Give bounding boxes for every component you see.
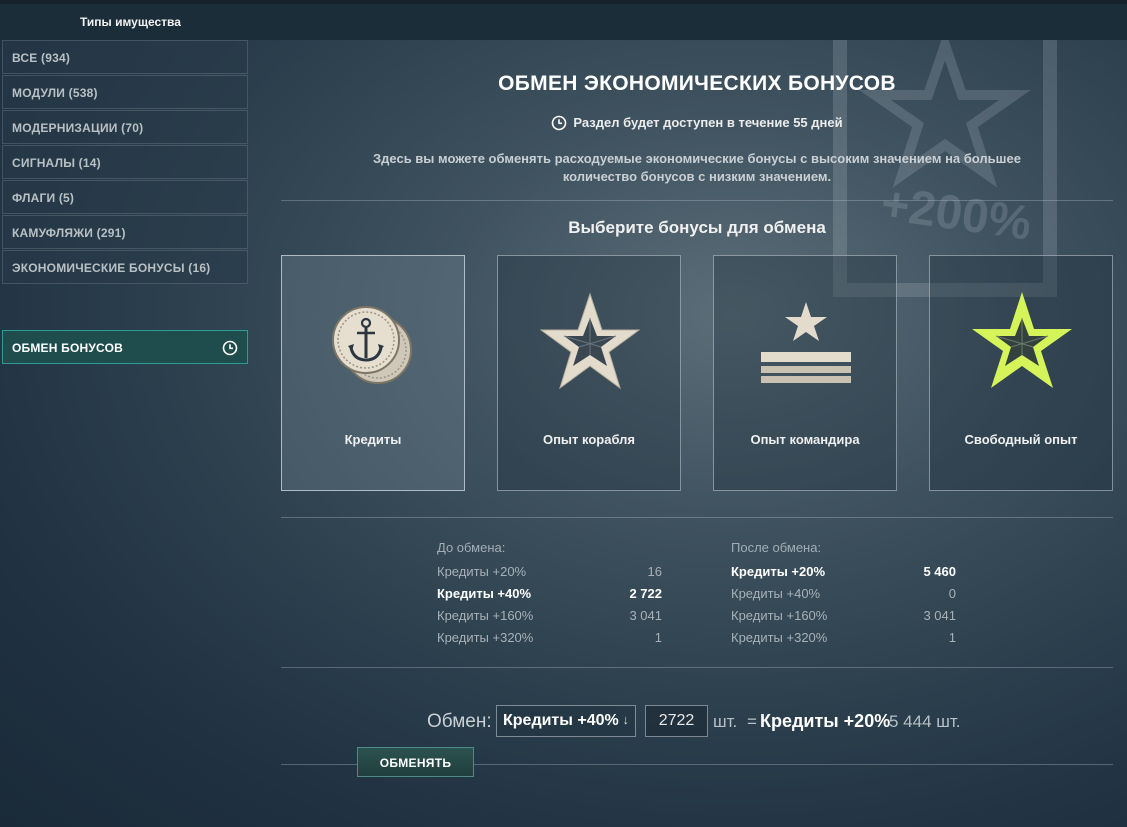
bonus-card-free-xp[interactable]: Свободный опыт (929, 255, 1113, 491)
list-item: Кредиты +160% 3 041 (731, 608, 956, 630)
list-item: Кредиты +160% 3 041 (437, 608, 662, 630)
bonus-name: Кредиты +160% (731, 608, 828, 623)
bonus-card-credits[interactable]: Кредиты (281, 255, 465, 491)
bonus-name: Кредиты +320% (731, 630, 828, 645)
sidebar-item-flags[interactable]: ФЛАГИ (5) (2, 180, 248, 214)
result-amount: 5 444 шт. (889, 712, 961, 731)
list-item: Кредиты +320% 1 (437, 630, 662, 652)
bonus-name: Кредиты +40% (731, 586, 821, 601)
card-label: Кредиты (344, 432, 402, 447)
list-item: Кредиты +40% 0 (731, 586, 956, 608)
sidebar-item-label: ОБМЕН БОНУСОВ (12, 341, 124, 355)
divider (281, 517, 1113, 518)
svg-text:+200%: +200% (878, 177, 1035, 250)
bonus-name: Кредиты +20% (731, 564, 826, 579)
bonus-count: 16 (647, 564, 662, 579)
availability-notice: Раздел будет доступен в течение 55 дней (281, 115, 1113, 132)
sidebar-item-signals[interactable]: СИГНАЛЫ (14) (2, 145, 248, 179)
arrow-down-icon: ↓ (622, 712, 630, 727)
divider (281, 667, 1113, 668)
after-heading: После обмена: (731, 540, 822, 555)
unit-label: шт. (713, 712, 738, 731)
exchange-button[interactable]: ОБМЕНЯТЬ (357, 747, 474, 777)
card-label: Свободный опыт (964, 432, 1078, 447)
bonus-name: Кредиты +320% (437, 630, 534, 645)
bonus-name: Кредиты +40% (437, 586, 532, 601)
list-item: Кредиты +40% 2 722 (437, 586, 662, 608)
bonus-card-ship-xp[interactable]: Опыт корабля (497, 255, 681, 491)
list-item: Кредиты +20% 5 460 (731, 564, 956, 586)
choose-title: Выберите бонусы для обмена (568, 218, 826, 237)
bonus-count: 0 (948, 586, 956, 601)
sidebar-item-upgrades[interactable]: МОДЕРНИЗАЦИИ (70) (2, 110, 248, 144)
card-label: Опыт командира (750, 432, 860, 447)
exchange-row: Обмен: Кредиты +40% ↓ 2722 шт. = Кредиты… (281, 705, 1113, 739)
list-item: Кредиты +20% 16 (437, 564, 662, 586)
before-exchange-list: До обмена: Кредиты +20% 16 Кредиты +40% … (437, 540, 662, 652)
selected-bonus: Кредиты +40% (503, 712, 619, 729)
bonus-card-commander-xp[interactable]: Опыт командира (713, 255, 897, 491)
coins-icon (332, 306, 412, 384)
sidebar-item-camouflages[interactable]: КАМУФЛЯЖИ (291) (2, 215, 248, 249)
list-item: Кредиты +320% 1 (731, 630, 956, 652)
bonus-count: 2 722 (629, 586, 662, 601)
sidebar-item-bonus-exchange[interactable]: ОБМЕН БОНУСОВ (2, 330, 248, 364)
bonus-count: 1 (654, 630, 662, 645)
equals-sign: = (747, 712, 757, 731)
bonus-count: 3 041 (629, 608, 662, 623)
bonus-name: Кредиты +160% (437, 608, 534, 623)
card-label: Опыт корабля (542, 432, 636, 447)
exchange-label: Обмен: (427, 711, 492, 732)
before-heading: До обмена: (437, 540, 506, 555)
target-bonus: Кредиты +20% (760, 711, 891, 731)
bonus-name: Кредиты +20% (437, 564, 527, 579)
page-title: ОБМЕН ЭКОНОМИЧЕСКИХ БОНУСОВ (498, 72, 896, 95)
top-bar: Типы имущества (0, 0, 1127, 40)
bonus-count: 5 460 (923, 564, 956, 579)
sidebar: ВСЕ (934) МОДУЛИ (538) МОДЕРНИЗАЦИИ (70)… (2, 40, 248, 285)
quantity-input[interactable]: 2722 (645, 705, 708, 737)
description: Здесь вы можете обменять расходуемые эко… (373, 151, 1021, 184)
availability-text: Раздел будет доступен в течение 55 дней (573, 115, 843, 130)
commander-rank-icon (761, 302, 851, 383)
bonus-select-dropdown[interactable]: Кредиты +40% ↓ (496, 705, 636, 737)
free-xp-star-icon (972, 292, 1072, 388)
clock-icon (552, 115, 567, 130)
star-icon (540, 292, 640, 390)
section-title: Типы имущества (80, 15, 181, 29)
sidebar-item-modules[interactable]: МОДУЛИ (538) (2, 75, 248, 109)
bonus-count: 1 (948, 630, 956, 645)
bonus-count: 3 041 (923, 608, 956, 623)
clock-icon (222, 340, 238, 356)
after-exchange-list: После обмена: Кредиты +20% 5 460 Кредиты… (731, 540, 956, 652)
divider (281, 200, 1113, 201)
sidebar-item-all[interactable]: ВСЕ (934) (2, 40, 248, 74)
sidebar-item-economic-bonuses[interactable]: ЭКОНОМИЧЕСКИЕ БОНУСЫ (16) (2, 250, 248, 284)
